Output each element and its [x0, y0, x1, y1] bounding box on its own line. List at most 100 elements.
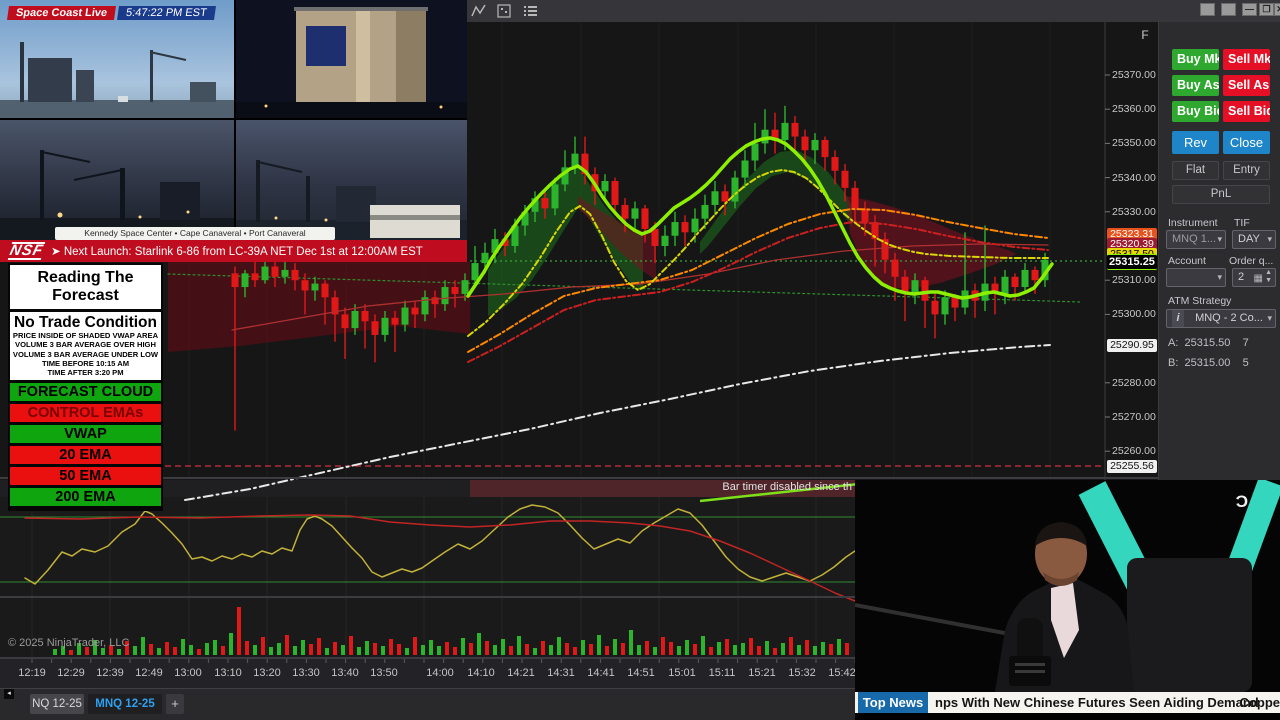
- candle: [851, 187, 859, 209]
- volume-bar: [717, 642, 721, 655]
- time-tick-label: 15:11: [708, 667, 736, 679]
- chevron-down-icon: ▾: [1217, 272, 1222, 282]
- volume-bar: [797, 645, 801, 655]
- condition-line: TIME AFTER 3:20 PM: [47, 368, 124, 378]
- volume-bar: [437, 646, 441, 655]
- candle: [241, 273, 249, 288]
- flat-button[interactable]: Flat: [1172, 161, 1219, 180]
- volume-bar: [301, 640, 305, 655]
- volume-bar: [557, 637, 561, 655]
- volume-bar: [701, 636, 705, 655]
- candle: [661, 235, 669, 246]
- order-qty-stepper[interactable]: 2 ▦ ▲ ▼: [1232, 268, 1276, 287]
- candle: [541, 198, 549, 209]
- buy-bid-button[interactable]: Buy Bid: [1172, 101, 1219, 122]
- volume-bar: [549, 645, 553, 655]
- legend-bar-control-emas: CONTROL EMAs: [10, 404, 161, 423]
- candle: [631, 208, 639, 219]
- volume-bar: [381, 646, 385, 655]
- volume-bar: [165, 642, 169, 655]
- candle: [1031, 269, 1039, 281]
- candle: [751, 143, 759, 161]
- tab-scroll-left-icon[interactable]: ◂: [4, 689, 14, 699]
- volume-bar: [685, 640, 689, 655]
- condition-title: No Trade Condition: [14, 314, 157, 331]
- tif-label: TIF: [1234, 217, 1250, 229]
- candle: [831, 157, 839, 171]
- volume-bar: [613, 639, 617, 655]
- entry-button[interactable]: Entry: [1223, 161, 1270, 180]
- candle: [601, 181, 609, 192]
- candle: [821, 139, 829, 158]
- volume-bar: [133, 646, 137, 655]
- chevron-down-icon: ▾: [1217, 234, 1222, 244]
- pnl-button[interactable]: PnL: [1172, 185, 1270, 204]
- locations-bar: Kennedy Space Center • Cape Canaveral • …: [55, 227, 335, 240]
- tab-mnq-12-25[interactable]: MNQ 12-25: [88, 694, 162, 714]
- news-ticker: Top News nps With New Chinese Futures Se…: [855, 692, 1280, 713]
- no-trade-condition-box: No Trade Condition PRICE INSIDE OF SHADE…: [10, 312, 161, 381]
- time-tick-label: 12:19: [18, 667, 46, 679]
- volume-bar: [229, 633, 233, 655]
- ninjatrader-watermark: © 2025 NinjaTrader, LLC: [8, 637, 130, 649]
- legend-bar-200-ema: 200 EMA: [10, 488, 161, 507]
- volume-bar: [405, 648, 409, 655]
- forecast-legend-panel: Reading The Forecast No Trade Condition …: [8, 263, 163, 512]
- tif-select[interactable]: DAY ▾: [1232, 230, 1276, 249]
- volume-bar: [461, 638, 465, 655]
- volume-bar: [525, 644, 529, 655]
- time-tick-label: 14:41: [587, 667, 615, 679]
- condition-line: VOLUME 3 BAR AVERAGE UNDER LOW: [12, 349, 159, 359]
- volume-bar: [117, 649, 121, 655]
- candle: [611, 181, 619, 205]
- candle: [1011, 276, 1019, 288]
- volume-bar: [181, 639, 185, 655]
- volume-bar: [157, 648, 161, 655]
- buy-ask-button[interactable]: Buy Ask: [1172, 75, 1219, 96]
- buy-mkt-button[interactable]: Buy Mkt: [1172, 49, 1219, 70]
- volume-bar: [725, 639, 729, 655]
- volume-bar: [669, 642, 673, 655]
- add-tab-button[interactable]: +: [166, 694, 184, 714]
- spinner-icon[interactable]: ▲ ▼: [1265, 269, 1272, 285]
- candle: [461, 280, 469, 294]
- account-select[interactable]: ▾: [1166, 268, 1226, 287]
- sell-ask-button[interactable]: Sell Ask: [1223, 75, 1270, 96]
- reverse-button[interactable]: Rev: [1172, 131, 1219, 154]
- candle: [361, 310, 369, 322]
- volume-bar: [629, 630, 633, 655]
- condition-lines: PRICE INSIDE OF SHADED VWAP AREA VOLUME 3…: [10, 331, 161, 377]
- candle: [271, 266, 279, 277]
- volume-bar: [413, 637, 417, 655]
- atm-strategy-select[interactable]: i MNQ - 2 Co... ▾: [1166, 309, 1276, 328]
- time-tick-label: 12:29: [57, 667, 85, 679]
- volume-bar: [309, 644, 313, 655]
- calculator-icon[interactable]: ▦: [1254, 270, 1263, 286]
- tab-nq-12-25[interactable]: NQ 12-25: [30, 694, 84, 714]
- volume-bar: [357, 647, 361, 655]
- candle: [711, 191, 719, 205]
- chart-trader-panel: Buy MktSell MktBuy AskSell AskBuy BidSel…: [1158, 22, 1280, 480]
- volume-bar: [509, 646, 513, 655]
- candle: [671, 222, 679, 236]
- top-news-badge: Top News: [858, 692, 928, 713]
- volume-bar: [781, 643, 785, 655]
- instrument-select[interactable]: MNQ 1... ▾: [1166, 230, 1226, 249]
- legend-bar-50-ema: 50 EMA: [10, 467, 161, 486]
- live-badge: Space Coast Live: [7, 6, 117, 20]
- candle: [401, 307, 409, 325]
- volume-bar: [653, 647, 657, 655]
- volume-bar: [341, 645, 345, 655]
- time-tick-label: 14:51: [627, 667, 655, 679]
- sell-bid-button[interactable]: Sell Bid: [1223, 101, 1270, 122]
- volume-bar: [789, 637, 793, 655]
- nsf-logo: NSF: [7, 242, 46, 260]
- candle: [701, 204, 709, 219]
- sell-mkt-button[interactable]: Sell Mkt: [1223, 49, 1270, 70]
- close-position-button[interactable]: Close: [1223, 131, 1270, 154]
- info-icon[interactable]: i: [1172, 310, 1184, 327]
- news-video-player[interactable]: Ɔ Top News nps With New Chinese Futures …: [855, 480, 1280, 720]
- instrument-label: Instrument: [1168, 217, 1218, 229]
- volume-bar: [749, 638, 753, 655]
- volume-bar: [189, 645, 193, 655]
